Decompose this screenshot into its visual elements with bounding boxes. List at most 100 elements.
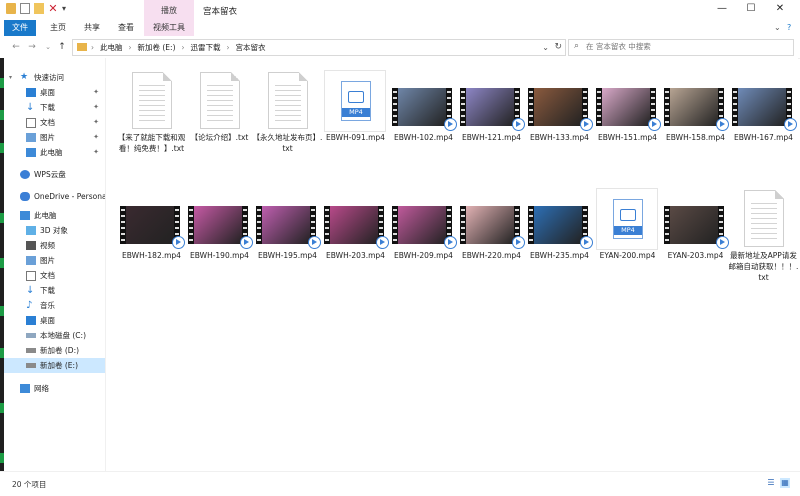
refresh-icon[interactable]: ↻	[554, 40, 562, 55]
tab-file[interactable]: 文件	[4, 20, 36, 36]
file-item[interactable]: EBWH-121.mp4	[458, 64, 525, 158]
file-item[interactable]: EBWH-151.mp4	[594, 64, 661, 158]
sidebar-item-wps-cloud[interactable]: WPS云盘	[0, 167, 105, 182]
breadcrumb-separator-icon[interactable]: ›	[227, 40, 230, 55]
tab-video-tools[interactable]: 视频工具	[144, 20, 194, 36]
sidebar-item-desktop-pc[interactable]: 桌面	[0, 313, 105, 328]
file-name: EBWH-209.mp4	[394, 251, 453, 260]
video-thumbnail	[460, 70, 525, 131]
sidebar-item-label: 快速访问	[34, 73, 64, 82]
sidebar-item-drive-e[interactable]: 新加卷 (E:)	[0, 358, 105, 373]
sidebar-item-label: WPS云盘	[34, 170, 66, 179]
sidebar-item-pictures-pc[interactable]: 图片	[0, 253, 105, 268]
pin-icon[interactable]: ✦	[93, 115, 99, 130]
breadcrumb-separator-icon[interactable]: ›	[129, 40, 132, 55]
video-thumbnail	[188, 188, 253, 249]
sidebar-item-downloads-pc[interactable]: ↓ 下载	[0, 283, 105, 298]
file-item[interactable]: EBWH-158.mp4	[662, 64, 729, 158]
sidebar-item-label: 文档	[40, 118, 55, 127]
file-item[interactable]: 【论坛介绍】.txt	[186, 64, 253, 158]
tab-home[interactable]: 主页	[42, 20, 74, 36]
recent-locations-chevron-icon[interactable]: ⌄	[42, 40, 54, 54]
maximize-button[interactable]: ☐	[737, 0, 765, 20]
pin-icon[interactable]: ✦	[93, 100, 99, 115]
sidebar-item-label: 3D 对象	[40, 226, 68, 235]
details-view-icon[interactable]: ☰	[766, 478, 776, 488]
sidebar-item-network[interactable]: 网络	[0, 381, 105, 396]
tab-view[interactable]: 查看	[110, 20, 142, 36]
file-name: EBWH-158.mp4	[666, 133, 725, 142]
play-icon	[240, 236, 253, 249]
breadcrumb-drive-e[interactable]: 新加卷 (E:)	[138, 40, 176, 55]
file-item[interactable]: EBWH-133.mp4	[526, 64, 593, 158]
close-button[interactable]: ✕	[766, 0, 794, 20]
properties-icon[interactable]	[20, 3, 30, 14]
large-icons-view-icon[interactable]: ▦	[780, 478, 790, 488]
play-icon	[512, 118, 525, 131]
sidebar-item-drive-c[interactable]: 本地磁盘 (C:)	[0, 328, 105, 343]
video-thumbnail	[664, 188, 729, 249]
sidebar-item-this-pc-quick[interactable]: 此电脑 ✦	[0, 145, 105, 160]
pin-icon[interactable]: ✦	[93, 85, 99, 100]
breadcrumb-current-folder[interactable]: 宫本留衣	[236, 40, 266, 55]
window-title: 宫本留衣	[203, 7, 238, 17]
back-arrow-icon[interactable]: ←	[10, 40, 22, 54]
sidebar-item-downloads[interactable]: ↓ 下载 ✦	[0, 100, 105, 115]
file-item[interactable]: 【来了就能下载和观看！纯免费！】.txt	[118, 64, 185, 158]
breadcrumb-this-pc[interactable]: 此电脑	[100, 40, 123, 55]
play-icon	[580, 236, 593, 249]
sidebar-item-label: 音乐	[40, 301, 55, 310]
address-history-chevron-icon[interactable]: ⌄	[542, 40, 549, 55]
sidebar-item-desktop[interactable]: 桌面 ✦	[0, 85, 105, 100]
sidebar-item-pictures[interactable]: 图片 ✦	[0, 130, 105, 145]
sidebar-item-documents-pc[interactable]: 文档	[0, 268, 105, 283]
sidebar-item-quick-access[interactable]: ▾ ★ 快速访问	[0, 70, 105, 85]
sidebar-item-this-pc[interactable]: 此电脑	[0, 208, 105, 223]
file-item[interactable]: EBWH-190.mp4	[186, 182, 253, 276]
file-item[interactable]: EBWH-209.mp4	[390, 182, 457, 276]
file-item[interactable]: MP4 EYAN-200.mp4	[594, 182, 661, 276]
help-icon[interactable]: ?	[787, 20, 791, 36]
sidebar-item-videos[interactable]: 视频	[0, 238, 105, 253]
file-item[interactable]: EBWH-220.mp4	[458, 182, 525, 276]
file-name: EBWH-167.mp4	[734, 133, 793, 142]
file-name: EBWH-195.mp4	[258, 251, 317, 260]
breadcrumb-downloads[interactable]: 迅雷下载	[191, 40, 221, 55]
minimize-button[interactable]: —	[708, 0, 736, 20]
breadcrumb-separator-icon[interactable]: ›	[182, 40, 185, 55]
forward-arrow-icon[interactable]: →	[26, 40, 38, 54]
sidebar-item-documents[interactable]: 文档 ✦	[0, 115, 105, 130]
file-item[interactable]: EBWH-102.mp4	[390, 64, 457, 158]
address-bar[interactable]: › 此电脑 › 新加卷 (E:) › 迅雷下载 › 宫本留衣 ⌄ ↻	[72, 39, 566, 56]
delete-icon[interactable]: ✕	[48, 3, 58, 14]
file-item[interactable]: EBWH-195.mp4	[254, 182, 321, 276]
tab-share[interactable]: 共享	[76, 20, 108, 36]
sidebar-item-onedrive[interactable]: OneDrive - Persona	[0, 189, 105, 204]
search-input[interactable]	[586, 41, 781, 52]
breadcrumb: › 此电脑 › 新加卷 (E:) › 迅雷下载 › 宫本留衣	[91, 40, 266, 55]
file-item[interactable]: 【永久地址发布页】.txt	[253, 64, 322, 158]
pin-icon[interactable]: ✦	[93, 145, 99, 160]
file-item[interactable]: EBWH-167.mp4	[730, 64, 797, 158]
sidebar-item-music[interactable]: ♪ 音乐	[0, 298, 105, 313]
new-folder-icon[interactable]	[34, 3, 44, 14]
file-item[interactable]: EBWH-235.mp4	[526, 182, 593, 276]
text-file-icon	[732, 188, 792, 248]
file-item[interactable]: EYAN-203.mp4	[662, 182, 729, 276]
pin-icon[interactable]: ✦	[93, 130, 99, 145]
file-item[interactable]: EBWH-203.mp4	[322, 182, 389, 276]
file-name: EBWH-091.mp4	[326, 133, 385, 142]
play-icon	[784, 118, 797, 131]
file-item[interactable]: MP4 EBWH-091.mp4	[322, 64, 389, 158]
sidebar-item-3d-objects[interactable]: 3D 对象	[0, 223, 105, 238]
file-item[interactable]: 最新地址及APP请发邮箱自动获取！！！.txt	[729, 182, 798, 282]
sidebar-item-drive-d[interactable]: 新加卷 (D:)	[0, 343, 105, 358]
expand-ribbon-chevron-icon[interactable]: ⌄	[774, 20, 781, 36]
file-item[interactable]: EBWH-182.mp4	[118, 182, 185, 276]
up-arrow-icon[interactable]: ↑	[56, 40, 68, 54]
mp4-file-icon: MP4	[324, 70, 386, 132]
customize-toolbar-chevron-icon[interactable]: ▾	[62, 3, 72, 14]
chevron-down-icon[interactable]: ▾	[9, 70, 12, 85]
sidebar-item-label: 下载	[40, 286, 55, 295]
search-box[interactable]: ⌕	[568, 39, 794, 56]
